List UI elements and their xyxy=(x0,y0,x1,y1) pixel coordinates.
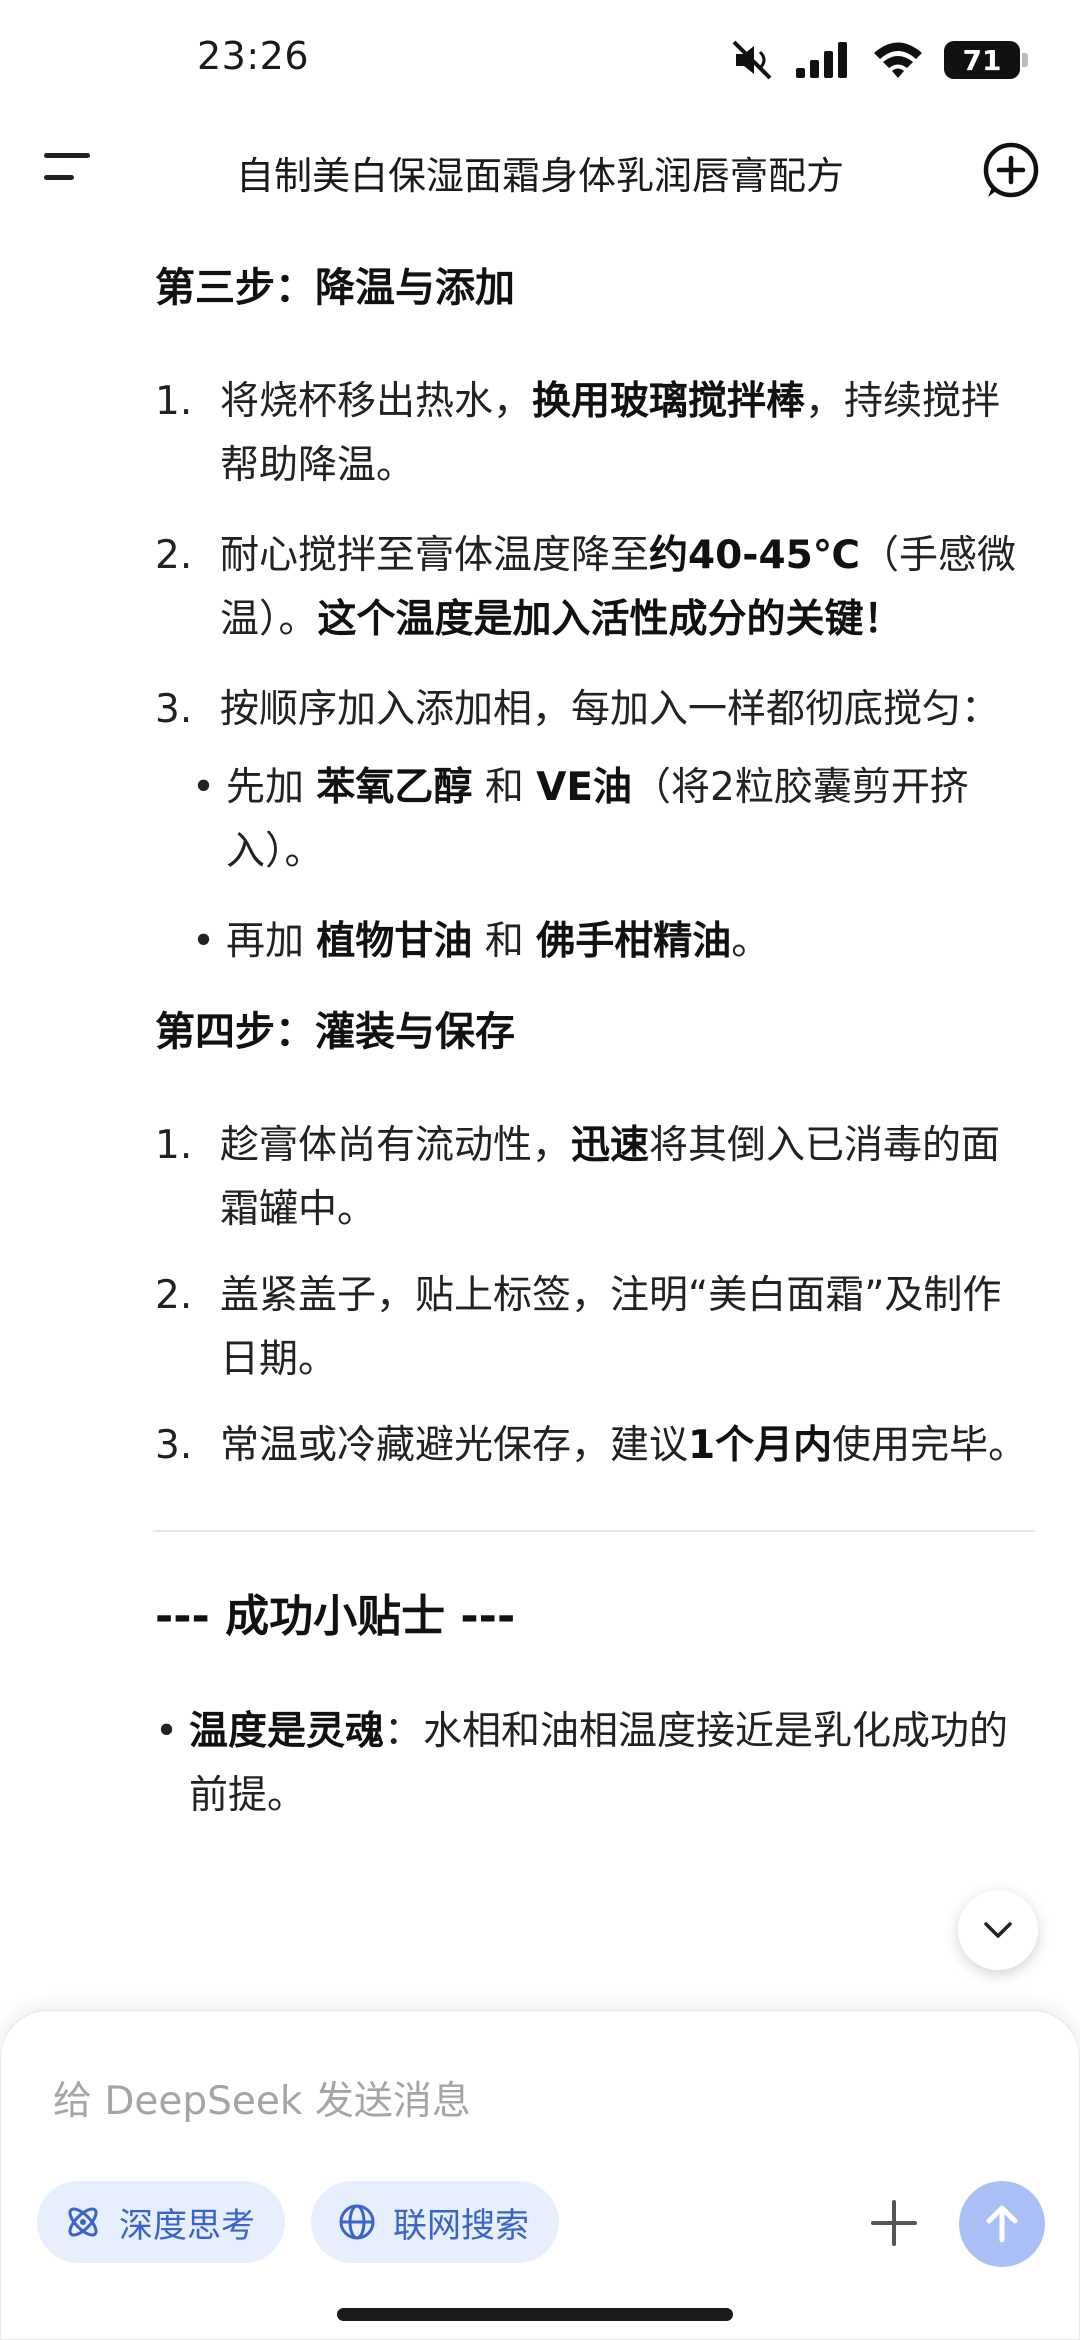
bold-text: 约40-45℃ xyxy=(649,533,860,578)
status-time: 23:26 xyxy=(197,34,310,78)
plus-icon[interactable] xyxy=(867,2196,921,2250)
battery-icon: 71 xyxy=(944,41,1028,79)
bold-text: 苯氧乙醇 xyxy=(316,765,473,810)
list-item: 2. 耐心搅拌至膏体温度降至约40-45℃（手感微温）。这个温度是加入活性成分的… xyxy=(155,524,1035,652)
bold-text: VE油 xyxy=(536,765,633,810)
text: 耐心搅拌至膏体温度降至 xyxy=(220,533,650,578)
chat-title: 自制美白保湿面霜身体乳润唇膏配方 xyxy=(235,154,844,198)
screen: 23:26 71 自制美白保湿面霜身体乳润唇膏配方 第三步：降温与添加 1. 将… xyxy=(0,0,1080,2340)
list-item: 3. 按顺序加入添加相，每加入一样都彻底搅匀： 先加 苯氧乙醇 和 VE油（将2… xyxy=(155,678,1035,974)
list-item: 2. 盖紧盖子，贴上标签，注明“美白面霜”及制作日期。 xyxy=(155,1264,1035,1392)
battery-level: 71 xyxy=(962,43,1002,77)
globe-icon xyxy=(339,2204,375,2240)
web-search-label: 联网搜索 xyxy=(393,2205,529,2246)
text: 按顺序加入添加相，每加入一样都彻底搅匀： xyxy=(220,687,1001,732)
scroll-down-button[interactable] xyxy=(958,1890,1038,1970)
deep-think-button[interactable]: 深度思考 xyxy=(37,2181,285,2263)
chevron-down-icon xyxy=(984,1922,1012,1938)
bold-text: 迅速 xyxy=(571,1123,650,1168)
text: 和 xyxy=(472,765,537,810)
deep-think-label: 深度思考 xyxy=(119,2205,255,2246)
text: 使用完毕。 xyxy=(832,1423,1028,1468)
mute-icon xyxy=(732,40,772,80)
wifi-icon xyxy=(874,42,922,78)
text: 盖紧盖子，贴上标签，注明“美白面霜”及制作日期。 xyxy=(220,1273,1002,1382)
text: 再加 xyxy=(226,919,317,964)
web-search-button[interactable]: 联网搜索 xyxy=(311,2181,559,2263)
bold-text: 1个月内 xyxy=(688,1423,833,1468)
message-content: 第三步：降温与添加 1. 将烧杯移出热水，换用玻璃搅拌棒，持续搅拌帮助降温。 2… xyxy=(0,230,1080,2010)
status-bar: 23:26 71 xyxy=(0,0,1080,120)
list-number: 3. xyxy=(155,687,193,732)
step4-list: 1. 趁膏体尚有流动性，迅速将其倒入已消毒的面霜罐中。 2. 盖紧盖子，贴上标签… xyxy=(155,1114,1035,1478)
app-header: 自制美白保湿面霜身体乳润唇膏配方 xyxy=(0,115,1080,225)
step4-heading: 第四步：灌装与保存 xyxy=(155,1009,515,1055)
bullet-list: 先加 苯氧乙醇 和 VE油（将2粒胶囊剪开挤入）。 再加 植物甘油 和 佛手柑精… xyxy=(190,756,1035,974)
status-icons: 71 xyxy=(730,36,1028,84)
bold-text: 植物甘油 xyxy=(316,919,473,964)
list-item: 3. 常温或冷藏避光保存，建议1个月内使用完毕。 xyxy=(155,1414,1035,1478)
list-number: 2. xyxy=(155,1273,193,1318)
bullet-item: 温度是灵魂：水相和油相温度接近是乳化成功的前提。 xyxy=(153,1700,1035,1828)
text: 将烧杯移出热水， xyxy=(220,379,533,424)
bullet-item: 再加 植物甘油 和 佛手柑精油。 xyxy=(190,910,1035,974)
bold-text: 这个温度是加入活性成分的关键！ xyxy=(317,597,903,642)
menu-icon[interactable] xyxy=(40,135,110,205)
divider xyxy=(153,1530,1035,1532)
list-number: 1. xyxy=(155,1123,193,1168)
list-number: 1. xyxy=(155,379,193,424)
send-button[interactable] xyxy=(959,2181,1045,2267)
text: 。 xyxy=(731,919,771,964)
new-chat-icon[interactable] xyxy=(978,137,1044,203)
signal-icon xyxy=(796,42,847,78)
message-input[interactable] xyxy=(53,2051,953,2151)
bullet-item: 先加 苯氧乙醇 和 VE油（将2粒胶囊剪开挤入）。 xyxy=(190,756,1035,884)
atom-icon xyxy=(68,2207,98,2237)
text: 和 xyxy=(472,919,537,964)
home-indicator[interactable] xyxy=(337,2308,733,2321)
list-item: 1. 趁膏体尚有流动性，迅速将其倒入已消毒的面霜罐中。 xyxy=(155,1114,1035,1242)
bold-text: 佛手柑精油 xyxy=(536,919,732,964)
composer: 深度思考 联网搜索 xyxy=(0,2010,1080,2340)
tips-heading: --- 成功小贴士 --- xyxy=(155,1591,516,1642)
bold-text: 换用玻璃搅拌棒 xyxy=(532,379,806,424)
text: 常温或冷藏避光保存，建议 xyxy=(220,1423,689,1468)
arrow-up-icon xyxy=(986,2205,1018,2243)
tips-list: 温度是灵魂：水相和油相温度接近是乳化成功的前提。 xyxy=(153,1700,1035,1828)
bold-text: 温度是灵魂 xyxy=(189,1709,385,1754)
step3-heading: 第三步：降温与添加 xyxy=(155,265,515,311)
step3-list: 1. 将烧杯移出热水，换用玻璃搅拌棒，持续搅拌帮助降温。 2. 耐心搅拌至膏体温… xyxy=(155,370,1035,974)
text: 趁膏体尚有流动性， xyxy=(220,1123,572,1168)
list-number: 3. xyxy=(155,1423,193,1468)
text: 先加 xyxy=(226,765,317,810)
list-number: 2. xyxy=(155,533,193,578)
list-item: 1. 将烧杯移出热水，换用玻璃搅拌棒，持续搅拌帮助降温。 xyxy=(155,370,1035,498)
